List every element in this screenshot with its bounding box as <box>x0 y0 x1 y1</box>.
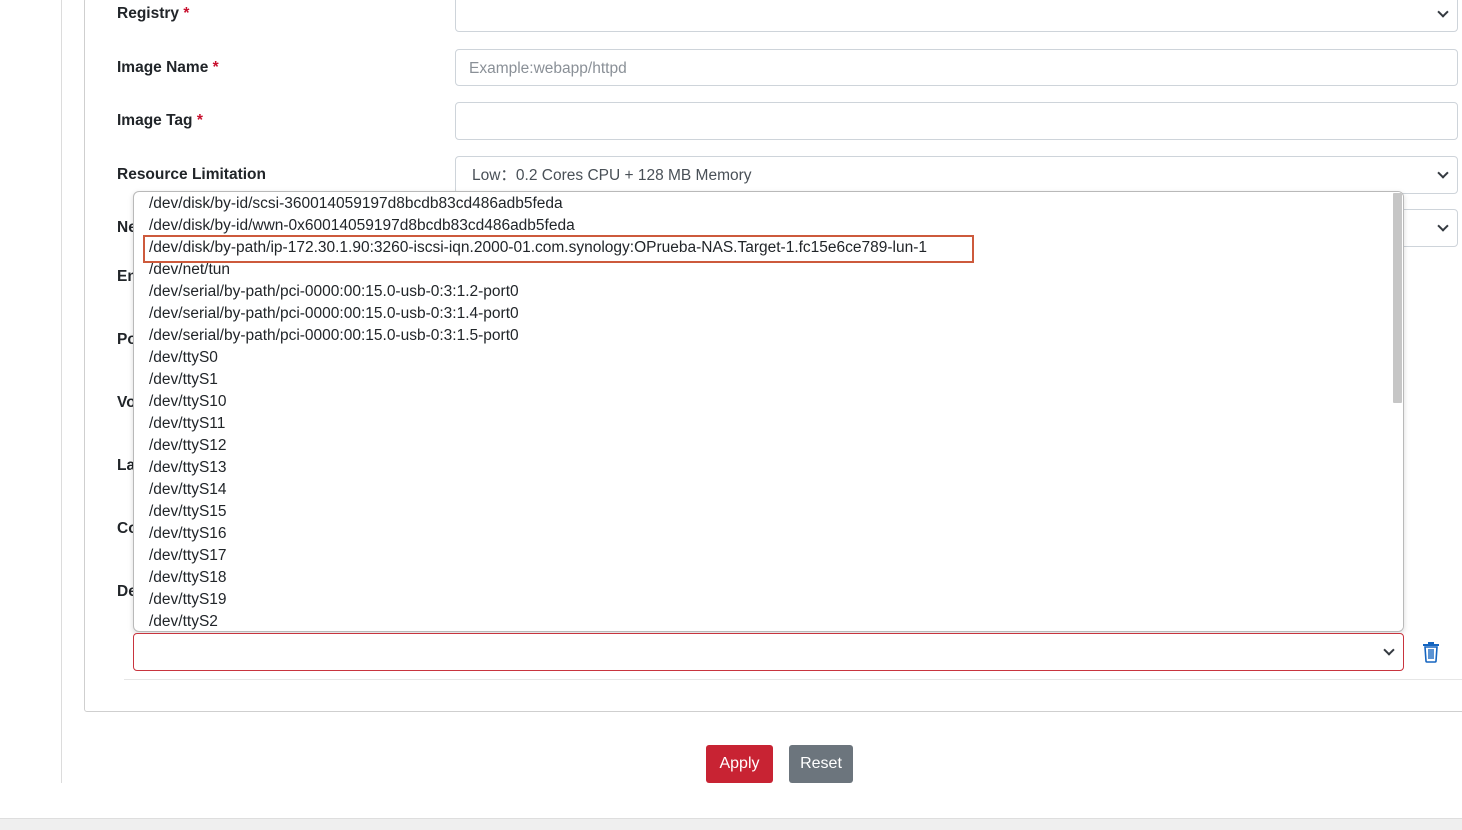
device-option[interactable]: /dev/ttyS10 <box>149 391 227 413</box>
chevron-down-icon <box>1383 644 1395 656</box>
image-tag-input[interactable] <box>455 102 1458 140</box>
device-option[interactable]: /dev/ttyS16 <box>149 523 227 545</box>
device-option[interactable]: /dev/ttyS1 <box>149 369 218 391</box>
image-name-input[interactable]: Example:webapp/httpd <box>455 49 1458 86</box>
left-divider <box>61 0 62 783</box>
device-option[interactable]: /dev/disk/by-id/scsi-360014059197d8bcdb8… <box>149 193 563 215</box>
footer-bar <box>0 818 1462 830</box>
device-option[interactable]: /dev/serial/by-path/pci-0000:00:15.0-usb… <box>149 325 519 347</box>
device-option[interactable]: /dev/ttyS2 <box>149 611 218 631</box>
device-option[interactable]: /dev/serial/by-path/pci-0000:00:15.0-usb… <box>149 303 519 325</box>
device-option[interactable]: /dev/ttyS19 <box>149 589 227 611</box>
device-select[interactable] <box>133 633 1404 671</box>
device-option[interactable]: /dev/ttyS17 <box>149 545 227 567</box>
device-option[interactable]: /dev/ttyS12 <box>149 435 227 457</box>
registry-label: Registry * <box>117 5 190 22</box>
resource-limitation-select[interactable]: Low：0.2 Cores CPU + 128 MB Memory <box>455 156 1458 194</box>
chevron-down-icon <box>1437 220 1449 232</box>
device-option[interactable]: /dev/ttyS0 <box>149 347 218 369</box>
dropdown-scrollbar[interactable] <box>1392 192 1403 631</box>
trash-icon[interactable] <box>1422 641 1440 663</box>
chevron-down-icon <box>1437 167 1449 179</box>
device-option[interactable]: /dev/ttyS14 <box>149 479 227 501</box>
image-name-label: Image Name * <box>117 59 219 76</box>
apply-button[interactable]: Apply <box>706 745 773 783</box>
row-divider <box>124 679 1462 680</box>
chevron-down-icon <box>1437 6 1449 18</box>
image-tag-label: Image Tag * <box>117 112 203 129</box>
registry-select[interactable] <box>455 0 1458 32</box>
device-option[interactable]: /dev/ttyS11 <box>149 413 225 435</box>
reset-button[interactable]: Reset <box>789 745 853 783</box>
device-option[interactable]: /dev/ttyS13 <box>149 457 227 479</box>
device-option[interactable]: /dev/disk/by-id/wwn-0x60014059197d8bcdb8… <box>149 215 575 237</box>
device-option[interactable]: /dev/serial/by-path/pci-0000:00:15.0-usb… <box>149 281 519 303</box>
device-option[interactable]: /dev/ttyS15 <box>149 501 227 523</box>
resource-limitation-label: Resource Limitation <box>117 166 266 183</box>
scrollbar-thumb[interactable] <box>1393 193 1402 403</box>
highlight-annotation <box>143 235 974 263</box>
device-option[interactable]: /dev/ttyS18 <box>149 567 227 589</box>
